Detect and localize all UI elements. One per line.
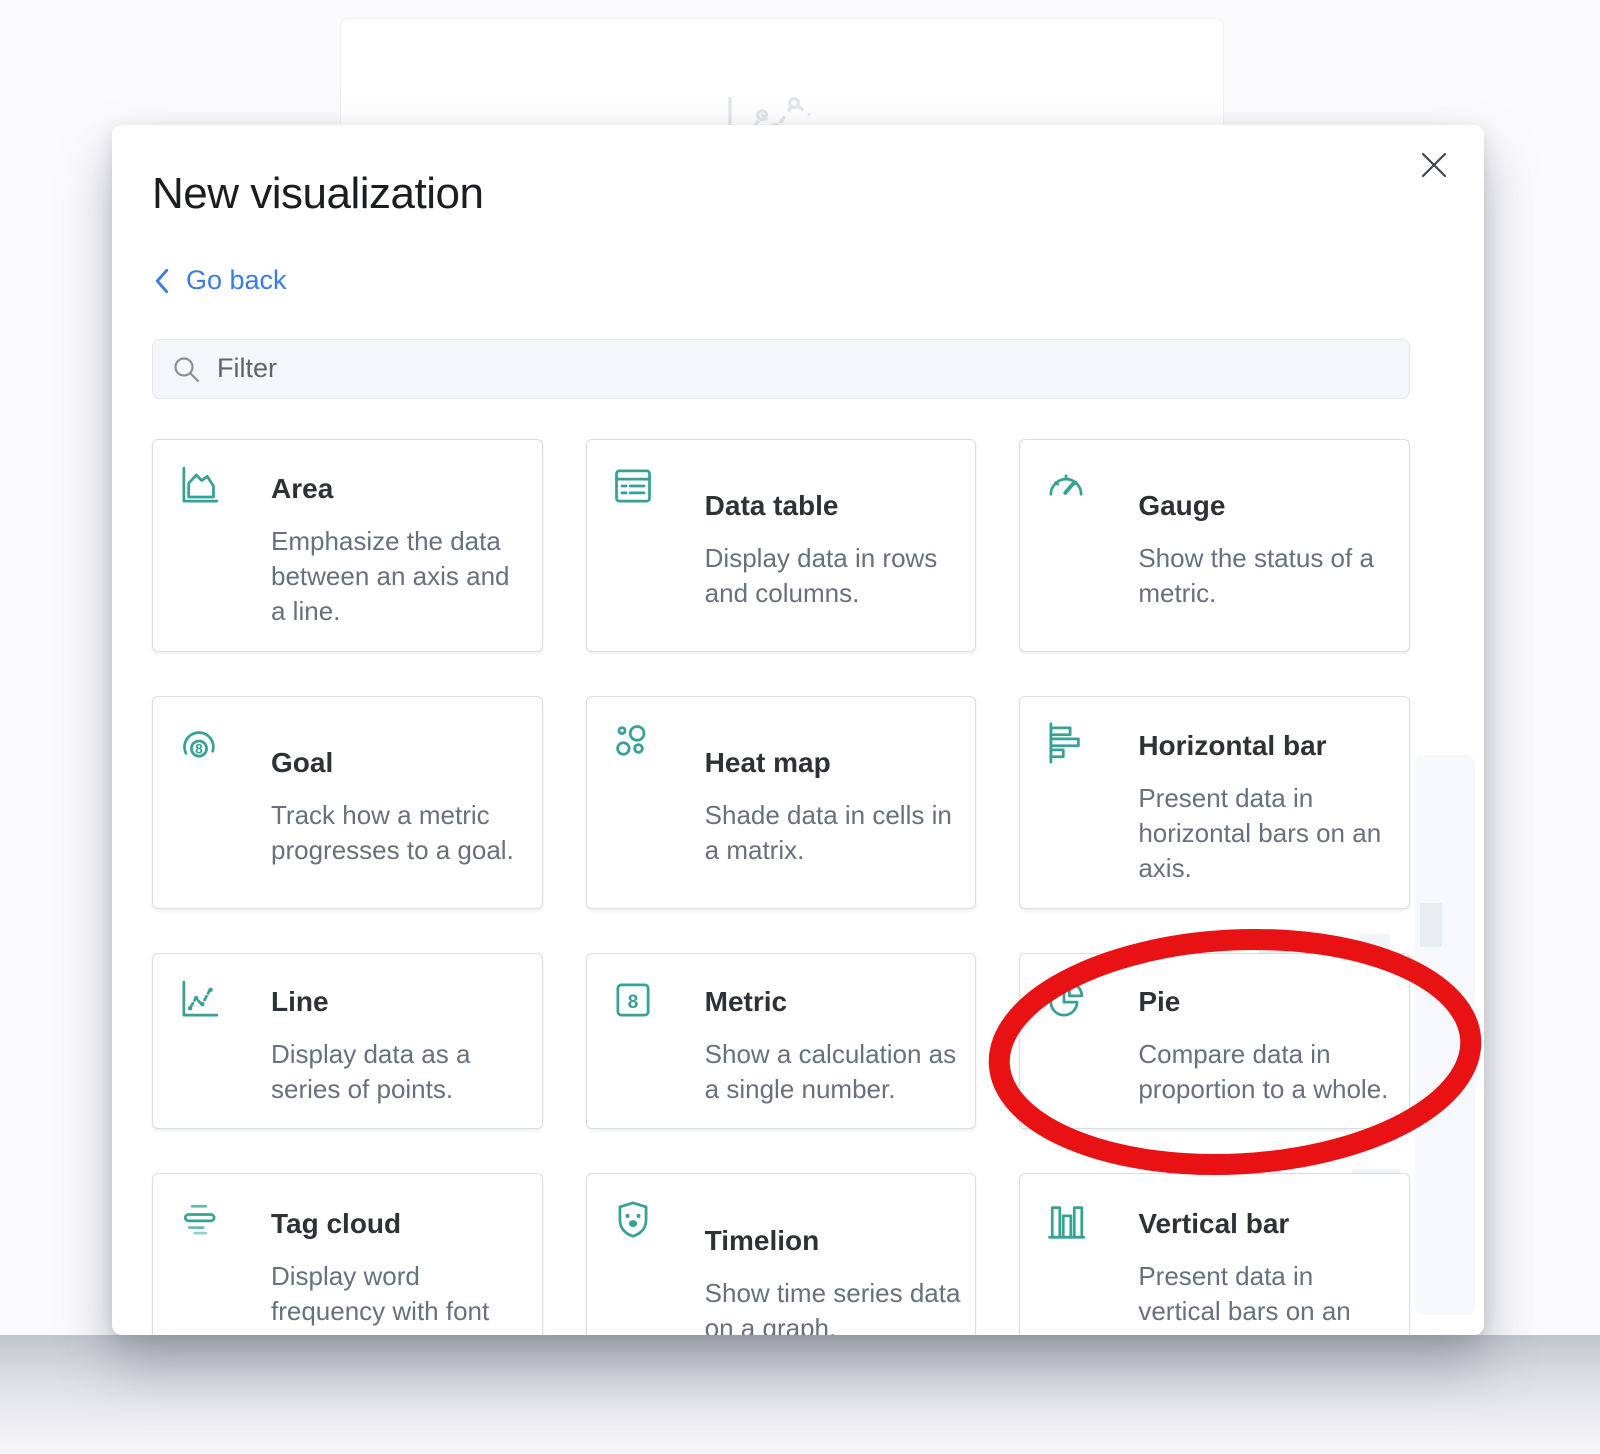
chevron-left-icon bbox=[152, 268, 172, 294]
gauge-icon bbox=[1044, 464, 1088, 508]
card-title: Pie bbox=[1138, 981, 1395, 1023]
card-title: Area bbox=[271, 468, 528, 510]
card-description: Display data as a series of points. bbox=[271, 1037, 528, 1107]
horizontal-bar-icon bbox=[1044, 721, 1088, 765]
card-description: Show the status of a metric. bbox=[1138, 541, 1395, 611]
viz-type-grid: Area Emphasize the data between an axis … bbox=[152, 439, 1410, 1336]
area-chart-icon bbox=[177, 464, 221, 508]
card-description: Shade data in cells in a matrix. bbox=[705, 798, 962, 868]
page: { "modal": { "title": "New visualization… bbox=[0, 0, 1600, 1454]
card-title: Data table bbox=[705, 485, 962, 527]
card-description: Display data in rows and columns. bbox=[705, 541, 962, 611]
page-title: New visualization bbox=[152, 125, 1410, 219]
viz-card-area[interactable]: Area Emphasize the data between an axis … bbox=[152, 439, 543, 652]
card-description: Track how a metric progresses to a goal. bbox=[271, 798, 528, 868]
heat-map-icon bbox=[611, 721, 655, 765]
viz-card-goal[interactable]: 8 Goal Track how a metric progresses to … bbox=[152, 696, 543, 909]
go-back-link[interactable]: Go back bbox=[152, 265, 287, 296]
card-description: Emphasize the data between an axis and a… bbox=[271, 524, 528, 629]
card-description: Display word frequency with font size. bbox=[271, 1259, 528, 1336]
pie-chart-icon bbox=[1044, 978, 1088, 1022]
go-back-label: Go back bbox=[186, 265, 287, 296]
card-title: Line bbox=[271, 981, 528, 1023]
viz-card-vertical-bar[interactable]: Vertical bar Present data in vertical ba… bbox=[1019, 1173, 1410, 1336]
viz-card-pie[interactable]: Pie Compare data in proportion to a whol… bbox=[1019, 953, 1410, 1129]
filter-input[interactable] bbox=[217, 353, 1391, 384]
card-title: Heat map bbox=[705, 742, 962, 784]
line-chart-icon bbox=[177, 978, 221, 1022]
viz-card-line[interactable]: Line Display data as a series of points. bbox=[152, 953, 543, 1129]
page-floor-shadow bbox=[0, 1335, 1600, 1454]
background-card bbox=[340, 18, 1224, 138]
svg-text:8: 8 bbox=[627, 991, 638, 1012]
viz-card-gauge[interactable]: Gauge Show the status of a metric. bbox=[1019, 439, 1410, 652]
filter-input-wrapper bbox=[152, 339, 1410, 399]
card-title: Gauge bbox=[1138, 485, 1395, 527]
card-title: Goal bbox=[271, 742, 528, 784]
card-description: Compare data in proportion to a whole. bbox=[1138, 1037, 1395, 1107]
search-icon bbox=[171, 354, 201, 384]
card-title: Vertical bar bbox=[1138, 1203, 1395, 1245]
card-description: Present data in vertical bars on an axis… bbox=[1138, 1259, 1395, 1336]
close-icon bbox=[1420, 151, 1448, 179]
viz-card-tag-cloud[interactable]: Tag cloud Display word frequency with fo… bbox=[152, 1173, 543, 1336]
new-visualization-modal: New visualization Go back Area Emphasize… bbox=[112, 125, 1484, 1335]
card-description: Show a calculation as a single number. bbox=[705, 1037, 962, 1107]
viz-card-heat-map[interactable]: Heat map Shade data in cells in a matrix… bbox=[586, 696, 977, 909]
viz-card-horizontal-bar[interactable]: Horizontal bar Present data in horizonta… bbox=[1019, 696, 1410, 909]
timelion-icon bbox=[611, 1198, 655, 1242]
metric-icon: 8 bbox=[611, 978, 655, 1022]
svg-text:8: 8 bbox=[195, 741, 203, 756]
card-description: Show time series data on a graph. bbox=[705, 1276, 962, 1335]
close-button[interactable] bbox=[1414, 145, 1454, 185]
viz-card-metric[interactable]: 8 Metric Show a calculation as a single … bbox=[586, 953, 977, 1129]
data-table-icon bbox=[611, 464, 655, 508]
tag-cloud-icon bbox=[177, 1198, 221, 1242]
vertical-bar-icon bbox=[1044, 1198, 1088, 1242]
card-title: Tag cloud bbox=[271, 1203, 528, 1245]
card-title: Metric bbox=[705, 981, 962, 1023]
card-title: Timelion bbox=[705, 1220, 962, 1262]
goal-icon: 8 bbox=[177, 721, 221, 765]
viz-card-data-table[interactable]: Data table Display data in rows and colu… bbox=[586, 439, 977, 652]
viz-card-timelion[interactable]: Timelion Show time series data on a grap… bbox=[586, 1173, 977, 1336]
card-title: Horizontal bar bbox=[1138, 725, 1395, 767]
card-description: Present data in horizontal bars on an ax… bbox=[1138, 781, 1395, 886]
